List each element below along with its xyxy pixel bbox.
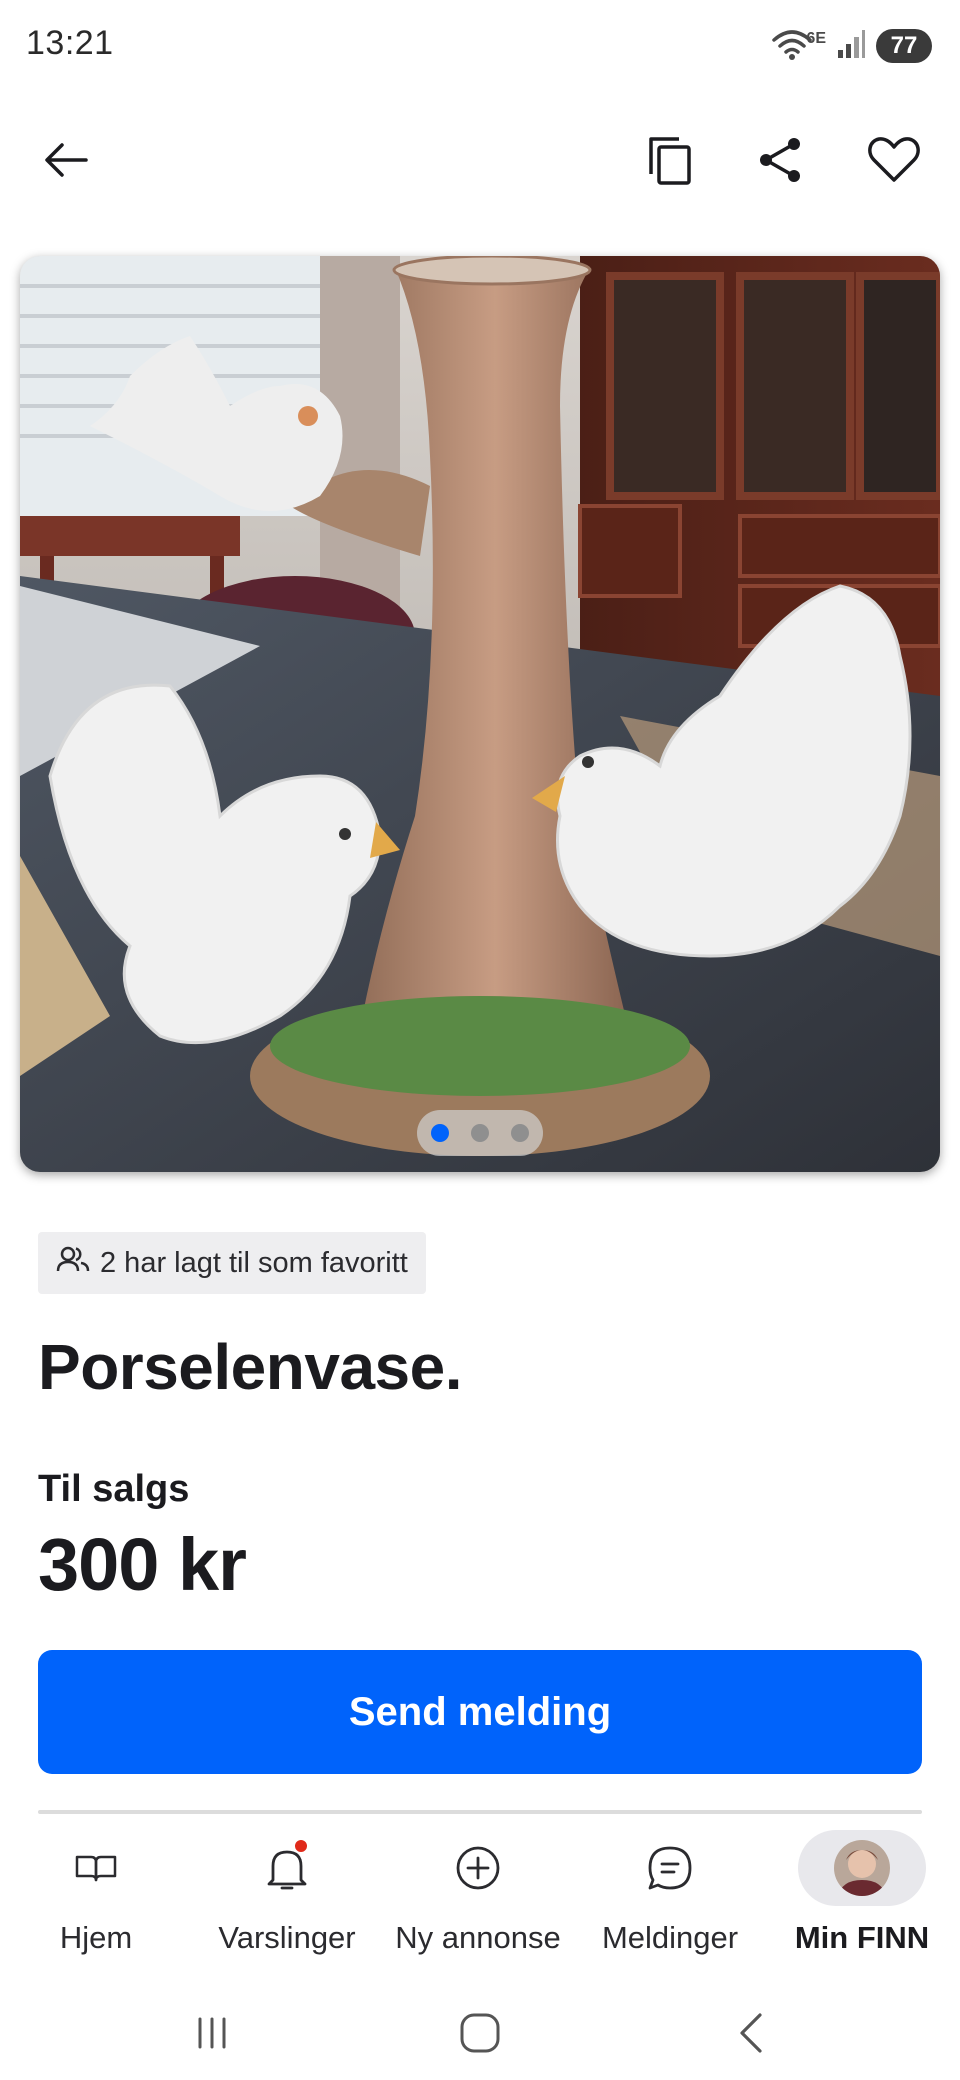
section-divider (38, 1810, 922, 1814)
chat-icon (628, 1830, 712, 1906)
book-icon (54, 1830, 138, 1906)
status-bar: 13:21 6E 77 (0, 0, 960, 92)
carousel-indicator (417, 1110, 543, 1156)
status-icons: 6E 77 (770, 26, 932, 66)
status-time: 13:21 (26, 24, 114, 62)
bell-icon (245, 1830, 329, 1906)
favorites-count-badge: 2 har lagt til som favoritt (38, 1232, 426, 1294)
heart-icon (867, 136, 921, 189)
nav-label-home: Hjem (59, 1920, 133, 1955)
nav-label-messages: Meldinger (601, 1920, 739, 1955)
nav-label-new-ad: Ny annonse (395, 1920, 561, 1955)
notification-dot (293, 1838, 309, 1854)
image-carousel[interactable] (20, 256, 940, 1172)
avatar-pill (798, 1830, 926, 1906)
back-button[interactable] (22, 118, 110, 206)
nav-item-my-finn[interactable]: Min FINN (770, 1830, 954, 1980)
system-navigation-bar (0, 1990, 960, 2080)
nav-label-my-finn: Min FINN (794, 1920, 930, 1955)
recent-apps-button[interactable] (172, 2000, 252, 2070)
users-icon (56, 1245, 90, 1281)
share-icon (756, 136, 804, 189)
nav-item-messages[interactable]: Meldinger (578, 1830, 762, 1980)
carousel-dot-3[interactable] (511, 1124, 529, 1142)
avatar (834, 1840, 890, 1896)
avatar-container (798, 1830, 926, 1906)
copy-button[interactable] (626, 118, 714, 206)
back-system-button[interactable] (712, 2000, 792, 2070)
sale-type-label: Til salgs (38, 1468, 190, 1510)
network-type-label: 6E (806, 30, 826, 47)
arrow-left-icon (42, 140, 90, 185)
battery-indicator: 77 (876, 29, 932, 63)
listing-title: Porselenvase. (38, 1331, 463, 1403)
carousel-dot-1[interactable] (431, 1124, 449, 1142)
chevron-left-icon (732, 2011, 772, 2060)
copy-icon (646, 134, 694, 191)
home-square-icon (458, 2011, 502, 2060)
home-system-button[interactable] (440, 2000, 520, 2070)
favorites-count-text: 2 har lagt til som favoritt (100, 1246, 408, 1279)
top-toolbar (0, 118, 960, 206)
nav-item-notifications[interactable]: Varslinger (195, 1830, 379, 1980)
plus-circle-icon (436, 1830, 520, 1906)
nav-item-home[interactable]: Hjem (4, 1830, 188, 1980)
listing-price: 300 kr (38, 1523, 247, 1606)
carousel-dot-2[interactable] (471, 1124, 489, 1142)
listing-photo (20, 256, 940, 1172)
bottom-navigation: Hjem Varslinger Ny annonse Meldinger Min… (0, 1818, 960, 1990)
nav-item-new-ad[interactable]: Ny annonse (386, 1830, 570, 1980)
favorite-button[interactable] (850, 118, 938, 206)
recent-apps-icon (192, 2013, 232, 2058)
signal-icon (836, 28, 866, 65)
send-message-button[interactable]: Send melding (38, 1650, 922, 1774)
nav-label-notifications: Varslinger (218, 1920, 356, 1955)
share-button[interactable] (736, 118, 824, 206)
